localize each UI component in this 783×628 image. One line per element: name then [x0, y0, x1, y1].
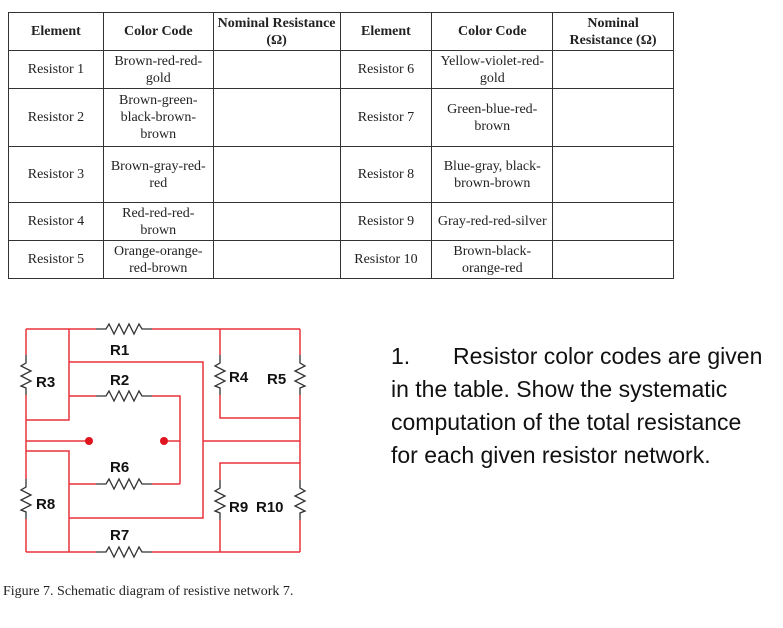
label-r5: R5 — [267, 371, 286, 388]
element-cell: Resistor 5 — [8, 240, 104, 279]
label-r8: R8 — [36, 496, 55, 513]
color-code-cell: Red-red-red-brown — [102, 202, 214, 241]
color-code-cell: Blue-gray, black-brown-brown — [431, 146, 554, 203]
table-row: Resistor 1 Brown-red-red-gold Resistor 6… — [8, 50, 674, 89]
color-code-cell: Orange-orange-red-brown — [102, 240, 214, 279]
header-element: Element — [339, 12, 433, 51]
color-code-cell: Brown-red-red-gold — [102, 50, 214, 89]
label-r6: R6 — [110, 459, 129, 476]
label-r9: R9 — [229, 499, 248, 516]
color-code-cell: Brown-gray-red-red — [102, 146, 214, 203]
question-number: 1. — [391, 343, 411, 369]
element-cell: Resistor 2 — [8, 88, 104, 147]
nominal-resistance-cell — [552, 240, 674, 279]
table-row: Resistor 2 Brown-green-black-brown-brown… — [8, 88, 674, 147]
element-cell: Resistor 3 — [8, 146, 104, 203]
color-code-cell: Brown-black-orange-red — [431, 240, 554, 279]
nominal-resistance-cell — [212, 146, 341, 203]
resistor-r4 — [213, 355, 227, 395]
resistor-r7 — [96, 545, 152, 559]
resistor-r5 — [293, 355, 307, 395]
header-color-code: Color Code — [102, 12, 214, 51]
header-nominal-resistance: Nominal Resistance (Ω) — [212, 12, 341, 51]
color-code-cell: Brown-green-black-brown-brown — [102, 88, 214, 147]
header-element: Element — [8, 12, 104, 51]
resistor-r6 — [96, 477, 152, 491]
header-nominal-resistance: Nominal Resistance (Ω) — [552, 12, 674, 51]
wire — [219, 462, 300, 480]
question-text: 1. Resistor color codes are given in the … — [391, 340, 771, 472]
element-cell: Resistor 4 — [8, 202, 104, 241]
table-row: Resistor 5 Orange-orange-red-brown Resis… — [8, 240, 674, 279]
wire — [219, 395, 300, 419]
table-row: Resistor 3 Brown-gray-red-red Resistor 8… — [8, 146, 674, 203]
element-cell: Resistor 7 — [339, 88, 433, 147]
nominal-resistance-cell — [212, 240, 341, 279]
resistor-r8 — [19, 479, 33, 519]
resistor-color-code-table: Element Color Code Nominal Resistance (Ω… — [8, 12, 674, 279]
nominal-resistance-cell — [552, 50, 674, 89]
figure-caption: Figure 7. Schematic diagram of resistive… — [3, 584, 294, 599]
label-r2: R2 — [110, 372, 129, 389]
label-r10: R10 — [256, 499, 284, 516]
header-color-code: Color Code — [431, 12, 554, 51]
nominal-resistance-cell — [552, 88, 674, 147]
wire — [69, 441, 204, 519]
terminal-a — [85, 437, 93, 445]
resistor-r10 — [293, 480, 307, 520]
label-r7: R7 — [110, 527, 129, 544]
color-code-cell: Yellow-violet-red-gold — [431, 50, 554, 89]
resistive-network-schematic: R1 R3 R2 R4 R5 R6 R8 R9 R10 R7 — [19, 322, 307, 559]
color-code-cell: Gray-red-red-silver — [431, 202, 554, 241]
resistor-r1 — [96, 322, 152, 336]
element-cell: Resistor 10 — [339, 240, 433, 279]
resistor-r3 — [19, 355, 33, 395]
label-r3: R3 — [36, 374, 55, 391]
element-cell: Resistor 1 — [8, 50, 104, 89]
terminal-b — [160, 437, 168, 445]
table-header-row: Element Color Code Nominal Resistance (Ω… — [8, 12, 674, 51]
color-code-cell: Green-blue-red-brown — [431, 88, 554, 147]
nominal-resistance-cell — [552, 202, 674, 241]
nominal-resistance-cell — [552, 146, 674, 203]
nominal-resistance-cell — [212, 50, 341, 89]
resistor-r9 — [213, 480, 227, 520]
wire — [69, 361, 204, 441]
element-cell: Resistor 6 — [339, 50, 433, 89]
resistor-r2 — [96, 389, 152, 403]
nominal-resistance-cell — [212, 202, 341, 241]
label-r1: R1 — [110, 342, 129, 359]
element-cell: Resistor 9 — [339, 202, 433, 241]
nominal-resistance-cell — [212, 88, 341, 147]
label-r4: R4 — [229, 369, 249, 386]
table-row: Resistor 4 Red-red-red-brown Resistor 9 … — [8, 202, 674, 241]
element-cell: Resistor 8 — [339, 146, 433, 203]
